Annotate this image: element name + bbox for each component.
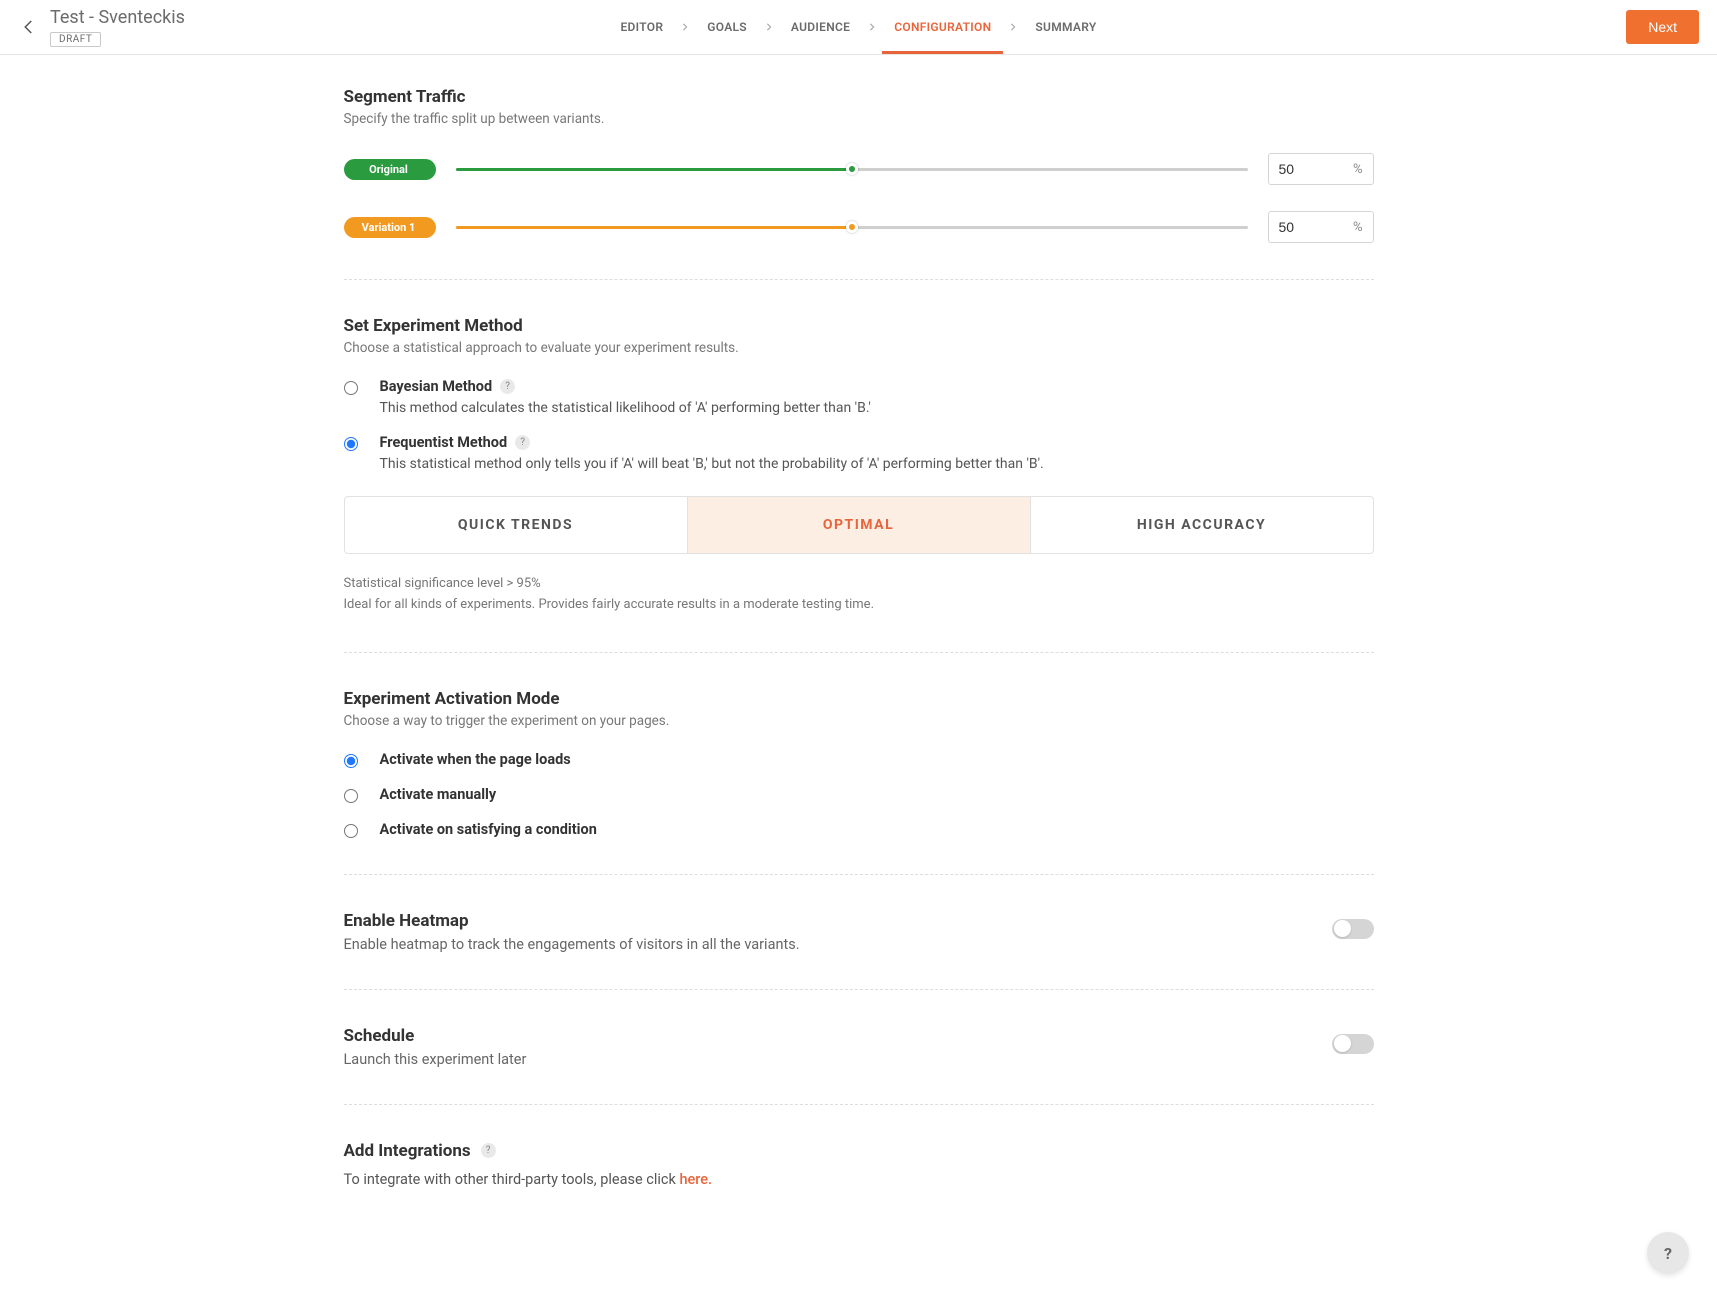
- divider: [344, 652, 1374, 653]
- title-area: Test - Sventeckis DRAFT: [50, 7, 185, 47]
- activation-condition: Activate on satisfying a condition: [344, 821, 1374, 838]
- variant-list: Original % Variation 1 %: [344, 153, 1374, 243]
- activation-page-load: Activate when the page loads: [344, 751, 1374, 768]
- heatmap-subtitle: Enable heatmap to track the engagements …: [344, 936, 1332, 953]
- variant-row-variation1: Variation 1 %: [344, 211, 1374, 243]
- traffic-input-wrap: %: [1268, 153, 1374, 185]
- tab-audience[interactable]: AUDIENCE: [787, 0, 854, 54]
- percent-label: %: [1353, 220, 1363, 235]
- heatmap-toggle[interactable]: [1332, 919, 1374, 939]
- tab-editor[interactable]: EDITOR: [616, 0, 667, 54]
- radio-page-load[interactable]: [344, 754, 358, 768]
- significance-level-tabs: QUICK TRENDS OPTIMAL HIGH ACCURACY: [344, 496, 1374, 554]
- segment-traffic-title: Segment Traffic: [344, 87, 1374, 107]
- slider-thumb[interactable]: [846, 221, 858, 233]
- chevron-right-icon: [765, 23, 773, 31]
- schedule-toggle[interactable]: [1332, 1034, 1374, 1054]
- level-quick-trends[interactable]: QUICK TRENDS: [345, 497, 687, 553]
- integrations-title: Add Integrations: [344, 1141, 471, 1161]
- method-bayesian: Bayesian Method ? This method calculates…: [344, 378, 1374, 416]
- experiment-method-subtitle: Choose a statistical approach to evaluat…: [344, 340, 1374, 356]
- integrations-title-row: Add Integrations ?: [344, 1141, 1374, 1161]
- variant-row-original: Original %: [344, 153, 1374, 185]
- radio-condition[interactable]: [344, 824, 358, 838]
- help-icon[interactable]: ?: [515, 435, 530, 450]
- segment-traffic-subtitle: Specify the traffic split up between var…: [344, 111, 1374, 127]
- top-bar: Test - Sventeckis DRAFT EDITOR GOALS AUD…: [0, 0, 1717, 55]
- method-radio-group: Bayesian Method ? This method calculates…: [344, 378, 1374, 472]
- traffic-input-original[interactable]: [1279, 161, 1353, 177]
- radio-desc: This statistical method only tells you i…: [380, 456, 1044, 472]
- back-arrow-icon[interactable]: [18, 16, 40, 38]
- info-line2: Ideal for all kinds of experiments. Prov…: [344, 595, 1374, 616]
- level-high-accuracy[interactable]: HIGH ACCURACY: [1030, 497, 1373, 553]
- significance-info: Statistical significance level > 95% Ide…: [344, 574, 1374, 616]
- activation-radio-group: Activate when the page loads Activate ma…: [344, 751, 1374, 838]
- activation-mode-subtitle: Choose a way to trigger the experiment o…: [344, 713, 1374, 729]
- divider: [344, 1104, 1374, 1105]
- label-text: Activate on satisfying a condition: [380, 821, 597, 838]
- label-text: Activate manually: [380, 786, 497, 803]
- divider: [344, 874, 1374, 875]
- floating-help-button[interactable]: ?: [1647, 1232, 1689, 1274]
- schedule-subtitle: Launch this experiment later: [344, 1051, 1332, 1068]
- integrations-prefix: To integrate with other third-party tool…: [344, 1171, 680, 1188]
- chevron-right-icon: [868, 23, 876, 31]
- label-text: Frequentist Method: [380, 434, 508, 451]
- main-content: Segment Traffic Specify the traffic spli…: [344, 55, 1374, 1248]
- status-badge: DRAFT: [50, 32, 101, 47]
- tab-configuration[interactable]: CONFIGURATION: [890, 0, 995, 54]
- label-text: Bayesian Method: [380, 378, 493, 395]
- schedule-title: Schedule: [344, 1026, 1332, 1046]
- experiment-method-title: Set Experiment Method: [344, 316, 1374, 336]
- slider-fill: [456, 226, 852, 229]
- variant-pill: Variation 1: [344, 217, 436, 238]
- step-tabs: EDITOR GOALS AUDIENCE CONFIGURATION SUMM…: [616, 0, 1100, 54]
- traffic-slider-variation1[interactable]: [456, 224, 1248, 230]
- divider: [344, 279, 1374, 280]
- chevron-right-icon: [681, 23, 689, 31]
- help-icon[interactable]: ?: [500, 379, 515, 394]
- traffic-input-variation1[interactable]: [1279, 219, 1353, 235]
- percent-label: %: [1353, 162, 1363, 177]
- info-line1: Statistical significance level > 95%: [344, 574, 1374, 595]
- variant-pill: Original: [344, 159, 436, 180]
- radio-desc: This method calculates the statistical l…: [380, 400, 871, 416]
- integrations-link[interactable]: here.: [679, 1171, 712, 1188]
- activation-mode-title: Experiment Activation Mode: [344, 689, 1374, 709]
- traffic-slider-original[interactable]: [456, 166, 1248, 172]
- tab-goals[interactable]: GOALS: [703, 0, 751, 54]
- radio-label: Bayesian Method ?: [380, 378, 871, 395]
- schedule-row: Schedule Launch this experiment later: [344, 1026, 1374, 1068]
- level-optimal[interactable]: OPTIMAL: [687, 497, 1030, 553]
- next-button[interactable]: Next: [1626, 10, 1699, 44]
- heatmap-title: Enable Heatmap: [344, 911, 1332, 931]
- divider: [344, 989, 1374, 990]
- tab-summary[interactable]: SUMMARY: [1031, 0, 1100, 54]
- integrations-text: To integrate with other third-party tool…: [344, 1171, 1374, 1188]
- traffic-input-wrap: %: [1268, 211, 1374, 243]
- slider-fill: [456, 168, 852, 171]
- page-title: Test - Sventeckis: [50, 7, 185, 29]
- toggle-knob: [1334, 920, 1351, 937]
- heatmap-row: Enable Heatmap Enable heatmap to track t…: [344, 911, 1374, 953]
- radio-label: Frequentist Method ?: [380, 434, 1044, 451]
- radio-bayesian[interactable]: [344, 381, 358, 395]
- help-icon[interactable]: ?: [481, 1143, 496, 1158]
- slider-thumb[interactable]: [846, 163, 858, 175]
- radio-manual[interactable]: [344, 789, 358, 803]
- chevron-right-icon: [1009, 23, 1017, 31]
- label-text: Activate when the page loads: [380, 751, 571, 768]
- toggle-knob: [1334, 1035, 1351, 1052]
- radio-frequentist[interactable]: [344, 437, 358, 451]
- activation-manual: Activate manually: [344, 786, 1374, 803]
- method-frequentist: Frequentist Method ? This statistical me…: [344, 434, 1374, 472]
